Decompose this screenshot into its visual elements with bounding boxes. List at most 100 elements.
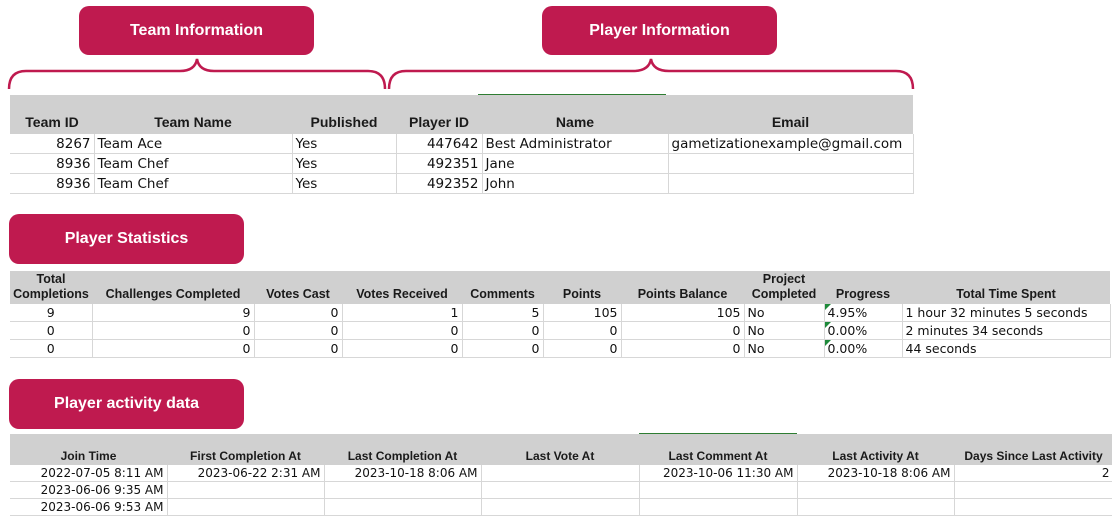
cell-join-time[interactable]: 2023-06-06 9:53 AM (10, 498, 168, 516)
cell-first-completion-at[interactable]: 2023-06-22 2:31 AM (167, 465, 325, 482)
header-last-comment-at[interactable]: Last Comment At (639, 434, 797, 465)
cell-last-completion-at[interactable] (324, 498, 482, 516)
cell-last-vote-at[interactable] (481, 465, 640, 482)
table-row: 8267 Team Ace Yes 447642 Best Administra… (10, 134, 914, 154)
cell-project-completed[interactable]: No (744, 304, 825, 322)
table-row: 2023-06-06 9:53 AM (10, 498, 1112, 516)
header-challenges-completed[interactable]: Challenges Completed (92, 271, 254, 304)
header-total-time-spent[interactable]: Total Time Spent (902, 271, 1110, 304)
cell-comments[interactable]: 0 (462, 339, 544, 358)
header-team-id[interactable]: Team ID (10, 95, 94, 134)
cell-last-vote-at[interactable] (481, 498, 640, 516)
cell-points-balance[interactable]: 105 (621, 304, 745, 322)
cell-challenges-completed[interactable]: 9 (92, 304, 255, 322)
header-join-time[interactable]: Join Time (10, 434, 167, 465)
header-days-since-last-activity[interactable]: Days Since Last Activity (954, 434, 1112, 465)
cell-last-vote-at[interactable] (481, 481, 640, 499)
table-row: 8936 Team Chef Yes 492351 Jane (10, 153, 914, 174)
cell-total-time-spent[interactable]: 44 seconds (902, 339, 1111, 358)
cell-team-name[interactable]: Team Ace (94, 134, 293, 154)
cell-project-completed[interactable]: No (744, 339, 825, 358)
cell-votes-cast[interactable]: 0 (254, 321, 343, 340)
header-last-activity-at[interactable]: Last Activity At (797, 434, 954, 465)
cell-total-completions[interactable]: 0 (10, 321, 93, 340)
cell-last-comment-at[interactable] (639, 481, 798, 499)
cell-project-completed[interactable]: No (744, 321, 825, 340)
cell-last-activity-at[interactable] (797, 498, 955, 516)
cell-days-since-last-activity[interactable] (954, 498, 1112, 516)
cell-votes-cast[interactable]: 0 (254, 339, 343, 358)
team-player-table: Team ID Team Name Published Player ID Na… (10, 95, 914, 194)
cell-team-id[interactable]: 8267 (10, 134, 95, 154)
table-row: 0 0 0 0 0 0 0 No 0.00% 44 seconds (10, 339, 1111, 358)
cell-challenges-completed[interactable]: 0 (92, 321, 255, 340)
cell-votes-received[interactable]: 0 (342, 321, 463, 340)
cell-last-completion-at[interactable] (324, 481, 482, 499)
cell-comments[interactable]: 5 (462, 304, 544, 322)
cell-name[interactable]: Jane (482, 153, 669, 174)
cell-team-name[interactable]: Team Chef (94, 153, 293, 174)
cell-comments[interactable]: 0 (462, 321, 544, 340)
cell-last-comment-at[interactable] (639, 498, 798, 516)
header-total-completions[interactable]: Total Completions (10, 271, 92, 304)
cell-total-time-spent[interactable]: 1 hour 32 minutes 5 seconds (902, 304, 1111, 322)
header-last-completion-at[interactable]: Last Completion At (324, 434, 481, 465)
cell-team-id[interactable]: 8936 (10, 153, 95, 174)
cell-progress[interactable]: 0.00% (824, 321, 903, 340)
header-team-name[interactable]: Team Name (94, 95, 292, 134)
cell-name[interactable]: John (482, 173, 669, 194)
header-email[interactable]: Email (668, 95, 913, 134)
cell-team-name[interactable]: Team Chef (94, 173, 293, 194)
header-project-completed[interactable]: Project Completed (744, 271, 824, 304)
cell-join-time[interactable]: 2023-06-06 9:35 AM (10, 481, 168, 499)
cell-progress[interactable]: 4.95% (824, 304, 903, 322)
cell-points-balance[interactable]: 0 (621, 339, 745, 358)
cell-points-balance[interactable]: 0 (621, 321, 745, 340)
cell-email[interactable] (668, 173, 914, 194)
cell-team-id[interactable]: 8936 (10, 173, 95, 194)
table-row: 8936 Team Chef Yes 492352 John (10, 173, 914, 194)
cell-last-activity-at[interactable]: 2023-10-18 8:06 AM (797, 465, 955, 482)
cell-last-completion-at[interactable]: 2023-10-18 8:06 AM (324, 465, 482, 482)
cell-first-completion-at[interactable] (167, 481, 325, 499)
cell-total-completions[interactable]: 0 (10, 339, 93, 358)
header-published[interactable]: Published (292, 95, 396, 134)
cell-challenges-completed[interactable]: 0 (92, 339, 255, 358)
cell-published[interactable]: Yes (292, 153, 397, 174)
header-progress[interactable]: Progress (824, 271, 902, 304)
cell-votes-received[interactable]: 1 (342, 304, 463, 322)
header-votes-cast[interactable]: Votes Cast (254, 271, 342, 304)
header-name[interactable]: Name (482, 95, 668, 134)
cell-last-comment-at[interactable]: 2023-10-06 11:30 AM (639, 465, 798, 482)
cell-days-since-last-activity[interactable]: 2 (954, 465, 1112, 482)
cell-player-id[interactable]: 492351 (396, 153, 483, 174)
cell-name[interactable]: Best Administrator (482, 134, 669, 154)
player-activity-label: Player activity data (9, 379, 244, 429)
header-points[interactable]: Points (543, 271, 621, 304)
cell-published[interactable]: Yes (292, 173, 397, 194)
cell-last-activity-at[interactable] (797, 481, 955, 499)
header-player-id[interactable]: Player ID (396, 95, 482, 134)
cell-player-id[interactable]: 492352 (396, 173, 483, 194)
cell-join-time[interactable]: 2022-07-05 8:11 AM (10, 465, 168, 482)
cell-votes-received[interactable]: 0 (342, 339, 463, 358)
cell-points[interactable]: 105 (543, 304, 622, 322)
cell-points[interactable]: 0 (543, 321, 622, 340)
cell-email[interactable] (668, 153, 914, 174)
table-row: 0 0 0 0 0 0 0 No 0.00% 2 minutes 34 seco… (10, 321, 1111, 340)
cell-progress[interactable]: 0.00% (824, 339, 903, 358)
header-points-balance[interactable]: Points Balance (621, 271, 744, 304)
header-first-completion-at[interactable]: First Completion At (167, 434, 324, 465)
header-votes-received[interactable]: Votes Received (342, 271, 462, 304)
cell-total-time-spent[interactable]: 2 minutes 34 seconds (902, 321, 1111, 340)
cell-player-id[interactable]: 447642 (396, 134, 483, 154)
cell-total-completions[interactable]: 9 (10, 304, 93, 322)
cell-published[interactable]: Yes (292, 134, 397, 154)
cell-votes-cast[interactable]: 0 (254, 304, 343, 322)
header-comments[interactable]: Comments (462, 271, 543, 304)
cell-email[interactable]: gametizationexample@gmail.com (668, 134, 914, 154)
cell-days-since-last-activity[interactable] (954, 481, 1112, 499)
cell-first-completion-at[interactable] (167, 498, 325, 516)
cell-points[interactable]: 0 (543, 339, 622, 358)
header-last-vote-at[interactable]: Last Vote At (481, 434, 639, 465)
